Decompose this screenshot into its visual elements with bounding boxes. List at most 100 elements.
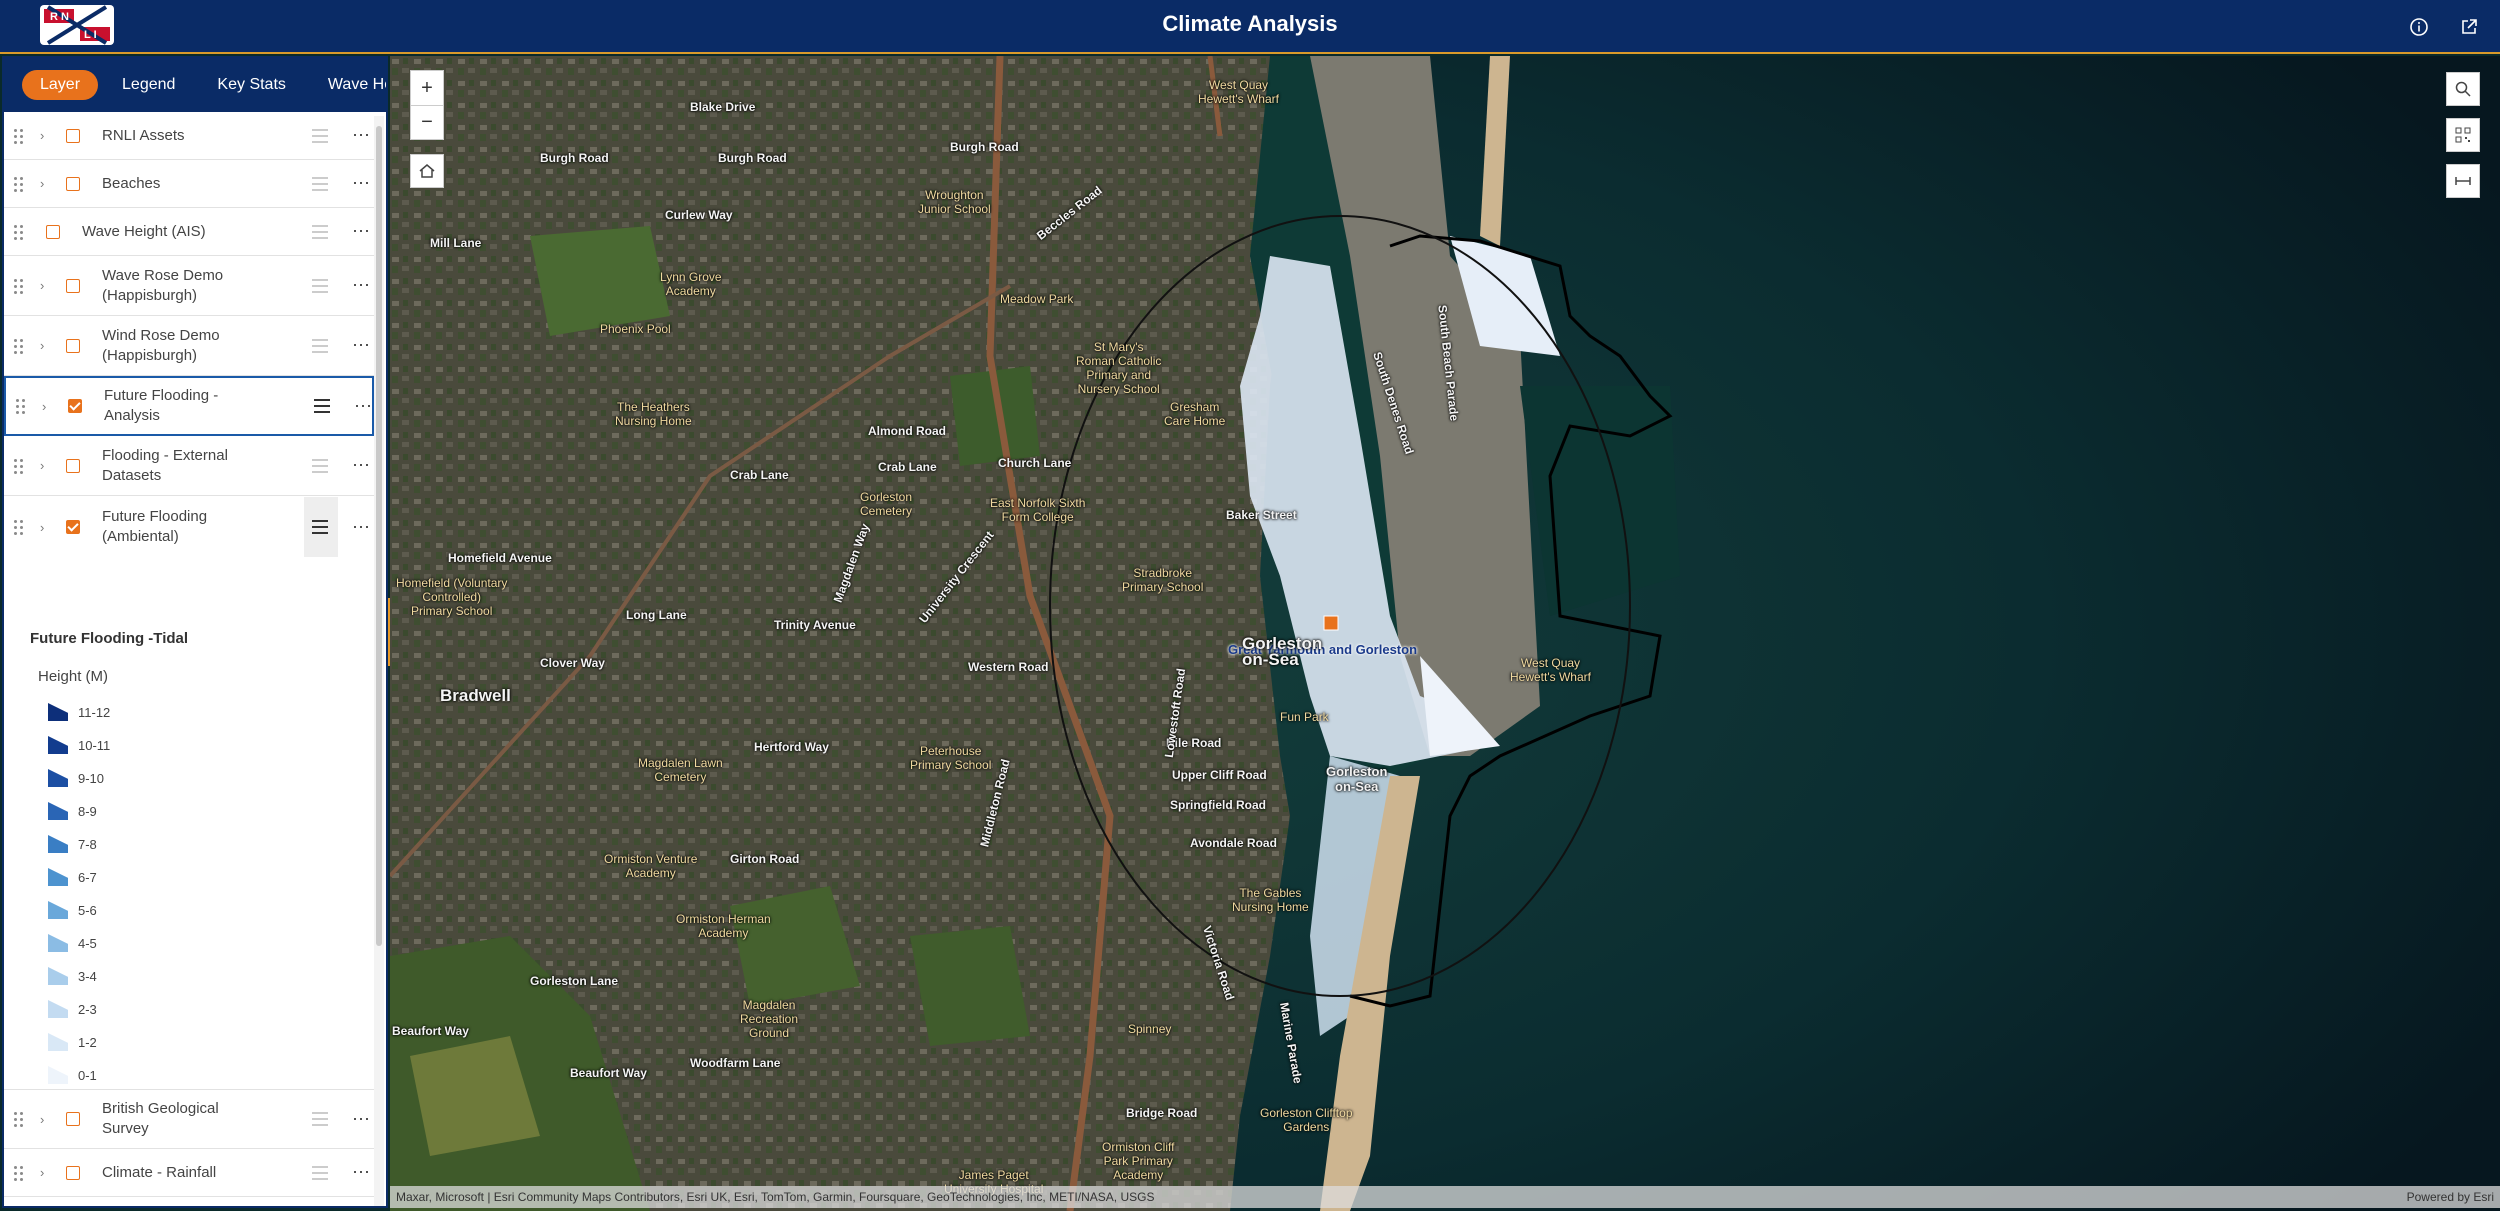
layer-item-future-flooding-analysis[interactable]: › Future Flooding - Analysis ⋯ [4, 376, 374, 436]
layer-visibility-checkbox[interactable] [66, 128, 80, 143]
more-options-icon[interactable]: ⋯ [352, 1162, 371, 1183]
layer-label: RNLI Assets [102, 126, 185, 144]
layer-item-wind-rose[interactable]: › Wind Rose Demo (Happisburgh) ⋯ [4, 316, 374, 376]
layer-visibility-checkbox[interactable] [66, 1112, 80, 1126]
map-label-street: Bridge Road [1126, 1106, 1198, 1120]
legend-list-icon[interactable] [312, 278, 328, 293]
chevron-right-icon[interactable]: › [40, 128, 44, 143]
more-options-icon[interactable]: ⋯ [352, 275, 371, 296]
chevron-right-icon[interactable]: › [40, 458, 44, 473]
layer-item-wave-height[interactable]: Wave Height (AIS) ⋯ [4, 208, 374, 256]
legend-item: 4-5 [48, 933, 97, 953]
legend-list-icon[interactable] [312, 338, 328, 353]
drag-handle-icon[interactable] [16, 398, 28, 414]
drag-handle-icon[interactable] [14, 1111, 26, 1127]
map-label-poi: The Gables Nursing Home [1232, 886, 1309, 914]
layer-item-wave-rose[interactable]: › Wave Rose Demo (Happisburgh) ⋯ [4, 256, 374, 316]
layer-item-rnli-assets[interactable]: › RNLI Assets ⋯ [4, 112, 374, 160]
legend-list-icon[interactable] [312, 520, 328, 534]
map-label-street: Woodfarm Lane [690, 1056, 781, 1070]
layer-item-climate-rainfall[interactable]: › Climate - Rainfall ⋯ [4, 1149, 374, 1197]
drag-handle-icon[interactable] [14, 128, 26, 144]
more-options-icon[interactable]: ⋯ [352, 125, 371, 146]
search-button[interactable] [2446, 72, 2480, 106]
legend-list-icon[interactable] [312, 176, 328, 191]
layer-visibility-checkbox[interactable] [66, 278, 80, 293]
map-view[interactable]: Blake Drive Burgh Road Burgh Road Burgh … [390, 56, 2500, 1211]
layer-item-british-geological[interactable]: › British Geological Survey ⋯ [4, 1089, 374, 1149]
tab-key-stats[interactable]: Key Stats [199, 70, 303, 100]
chevron-right-icon[interactable]: › [40, 176, 44, 191]
layer-visibility-checkbox[interactable] [66, 176, 80, 191]
more-options-icon[interactable]: ⋯ [352, 1109, 371, 1130]
map-label-street: Avondale Road [1190, 836, 1277, 850]
layer-item-future-flooding-ambiental[interactable]: › Future Flooding (Ambiental) ⋯ [4, 496, 374, 558]
layer-item-flooding-external[interactable]: › Flooding - External Datasets ⋯ [4, 436, 374, 496]
drag-handle-icon[interactable] [14, 278, 26, 294]
drag-handle-icon[interactable] [14, 224, 26, 240]
basemap-gallery-button[interactable] [2446, 118, 2480, 152]
map-label-poi: Lynn Grove Academy [660, 270, 722, 298]
legend-list-icon[interactable] [312, 458, 328, 473]
zoom-out-button[interactable]: − [411, 105, 443, 139]
drag-handle-icon[interactable] [14, 176, 26, 192]
tab-wave-height[interactable]: Wave Hei [310, 70, 386, 100]
map-label-street: Beaufort Way [392, 1024, 469, 1038]
legend-list-icon[interactable] [312, 1165, 328, 1180]
more-options-icon[interactable]: ⋯ [352, 455, 371, 476]
more-options-icon[interactable]: ⋯ [352, 517, 371, 538]
info-icon[interactable] [2406, 14, 2432, 40]
map-label-street: Trinity Avenue [774, 618, 856, 632]
chevron-right-icon[interactable]: › [40, 338, 44, 353]
tab-layer[interactable]: Layer [22, 70, 99, 100]
layer-label: Wave Rose Demo (Happisburgh) [102, 266, 224, 304]
map-label-street: Upper Cliff Road [1172, 768, 1267, 782]
chevron-right-icon[interactable]: › [40, 1112, 44, 1127]
layer-item-beaches[interactable]: › Beaches ⋯ [4, 160, 374, 208]
drag-handle-icon[interactable] [14, 338, 26, 354]
home-button[interactable] [410, 154, 444, 188]
legend-label: 7-8 [78, 836, 97, 852]
layer-visibility-checkbox[interactable] [66, 338, 80, 353]
drag-handle-icon[interactable] [14, 1165, 26, 1181]
legend-swatch [48, 769, 68, 787]
layer-visibility-checkbox[interactable] [68, 399, 82, 413]
more-options-icon[interactable]: ⋯ [352, 221, 371, 242]
chevron-right-icon[interactable]: › [42, 399, 46, 414]
more-options-icon[interactable]: ⋯ [354, 396, 373, 417]
drag-handle-icon[interactable] [14, 519, 26, 535]
map-label-poi: Ormiston Venture Academy [604, 852, 698, 880]
layer-visibility-checkbox[interactable] [66, 1165, 80, 1180]
more-options-icon[interactable]: ⋯ [352, 335, 371, 356]
map-label-poi: St Mary's Roman Catholic Primary and Nur… [1076, 340, 1162, 396]
legend-item: 0-1 [48, 1065, 97, 1085]
layer-visibility-checkbox[interactable] [66, 520, 80, 534]
chevron-right-icon[interactable]: › [40, 520, 44, 535]
map-label-poi: The Heathers Nursing Home [615, 400, 692, 428]
panel-scrollbar[interactable] [374, 116, 384, 1206]
legend-list-icon[interactable] [312, 128, 328, 143]
zoom-control: + − [410, 70, 444, 140]
more-options-icon[interactable]: ⋯ [352, 173, 371, 194]
layer-visibility-checkbox[interactable] [46, 224, 60, 239]
app-title: Climate Analysis [1162, 11, 1338, 36]
chevron-right-icon[interactable]: › [40, 1165, 44, 1180]
scroll-thumb[interactable] [376, 126, 382, 946]
attribution-text: Maxar, Microsoft | Esri Community Maps C… [396, 1190, 1155, 1204]
legend-list-icon[interactable] [312, 1112, 328, 1126]
legend-list-icon[interactable] [312, 224, 328, 239]
qr-grid-icon [2455, 127, 2471, 143]
drag-handle-icon[interactable] [14, 458, 26, 474]
zoom-in-button[interactable]: + [411, 71, 443, 105]
legend-label: 5-6 [78, 902, 97, 918]
map-label-street: Springfield Road [1170, 798, 1266, 812]
map-label-street: Clover Way [540, 656, 605, 670]
layer-visibility-checkbox[interactable] [66, 458, 80, 473]
map-label-street: Girton Road [730, 852, 800, 866]
tab-legend[interactable]: Legend [104, 70, 193, 100]
share-icon[interactable] [2456, 14, 2482, 40]
legend-list-icon[interactable] [314, 399, 330, 413]
powered-by-esri[interactable]: Powered by Esri [2407, 1186, 2494, 1208]
measure-button[interactable] [2446, 164, 2480, 198]
chevron-right-icon[interactable]: › [40, 278, 44, 293]
